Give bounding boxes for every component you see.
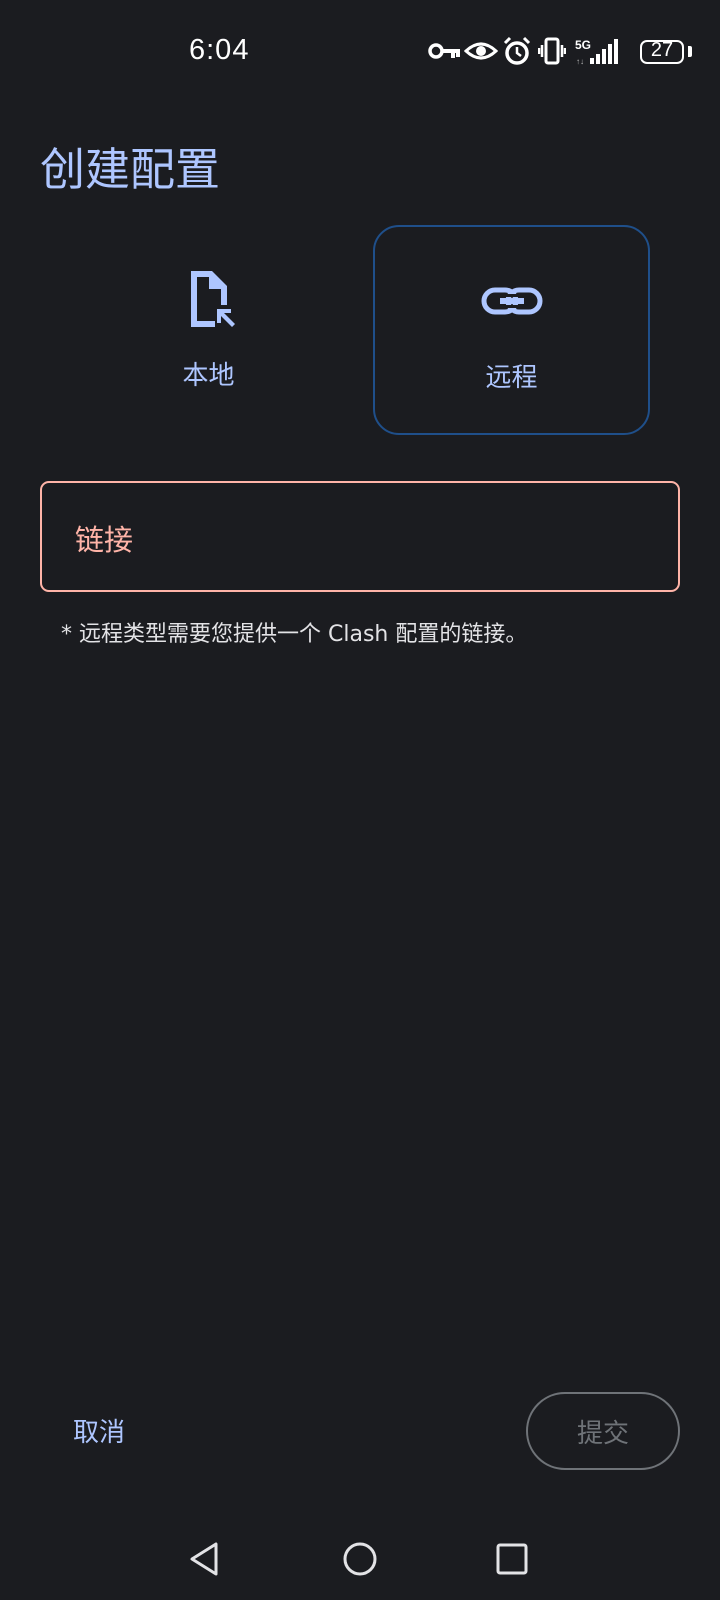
cancel-button[interactable]: 取消 — [42, 1393, 156, 1467]
home-icon[interactable] — [341, 1540, 379, 1578]
type-local-label: 本地 — [182, 361, 235, 391]
type-local-card[interactable]: 本地 — [70, 225, 347, 435]
signal-5g-icon: 5G ↑↓ — [575, 38, 618, 66]
url-input-label: 链接 — [75, 523, 134, 557]
url-input[interactable]: 链接 — [40, 481, 680, 592]
file-import-icon — [190, 271, 235, 327]
submit-button[interactable]: 提交 — [526, 1392, 680, 1470]
vibrate-icon — [538, 37, 566, 65]
recents-icon[interactable] — [493, 1540, 531, 1578]
battery-nub — [688, 46, 692, 57]
page-title: 创建配置 — [40, 143, 221, 196]
back-icon[interactable] — [186, 1540, 224, 1578]
svg-text:5G: 5G — [575, 38, 591, 52]
eye-icon — [464, 42, 498, 60]
hint-text: * 远程类型需要您提供一个 Clash 配置的链接。 — [61, 622, 528, 647]
type-remote-label: 远程 — [485, 363, 538, 393]
link-icon — [481, 287, 542, 315]
vpn-key-icon — [428, 43, 460, 59]
svg-text:↑↓: ↑↓ — [576, 57, 584, 66]
status-time: 6:04 — [189, 34, 250, 66]
navigation-bar — [0, 1520, 720, 1600]
type-remote-card[interactable]: 远程 — [373, 225, 650, 435]
battery-level: 27 — [650, 39, 674, 61]
status-bar: 6:04 5G ↑↓ 27 — [0, 0, 720, 104]
alarm-icon — [503, 36, 531, 65]
